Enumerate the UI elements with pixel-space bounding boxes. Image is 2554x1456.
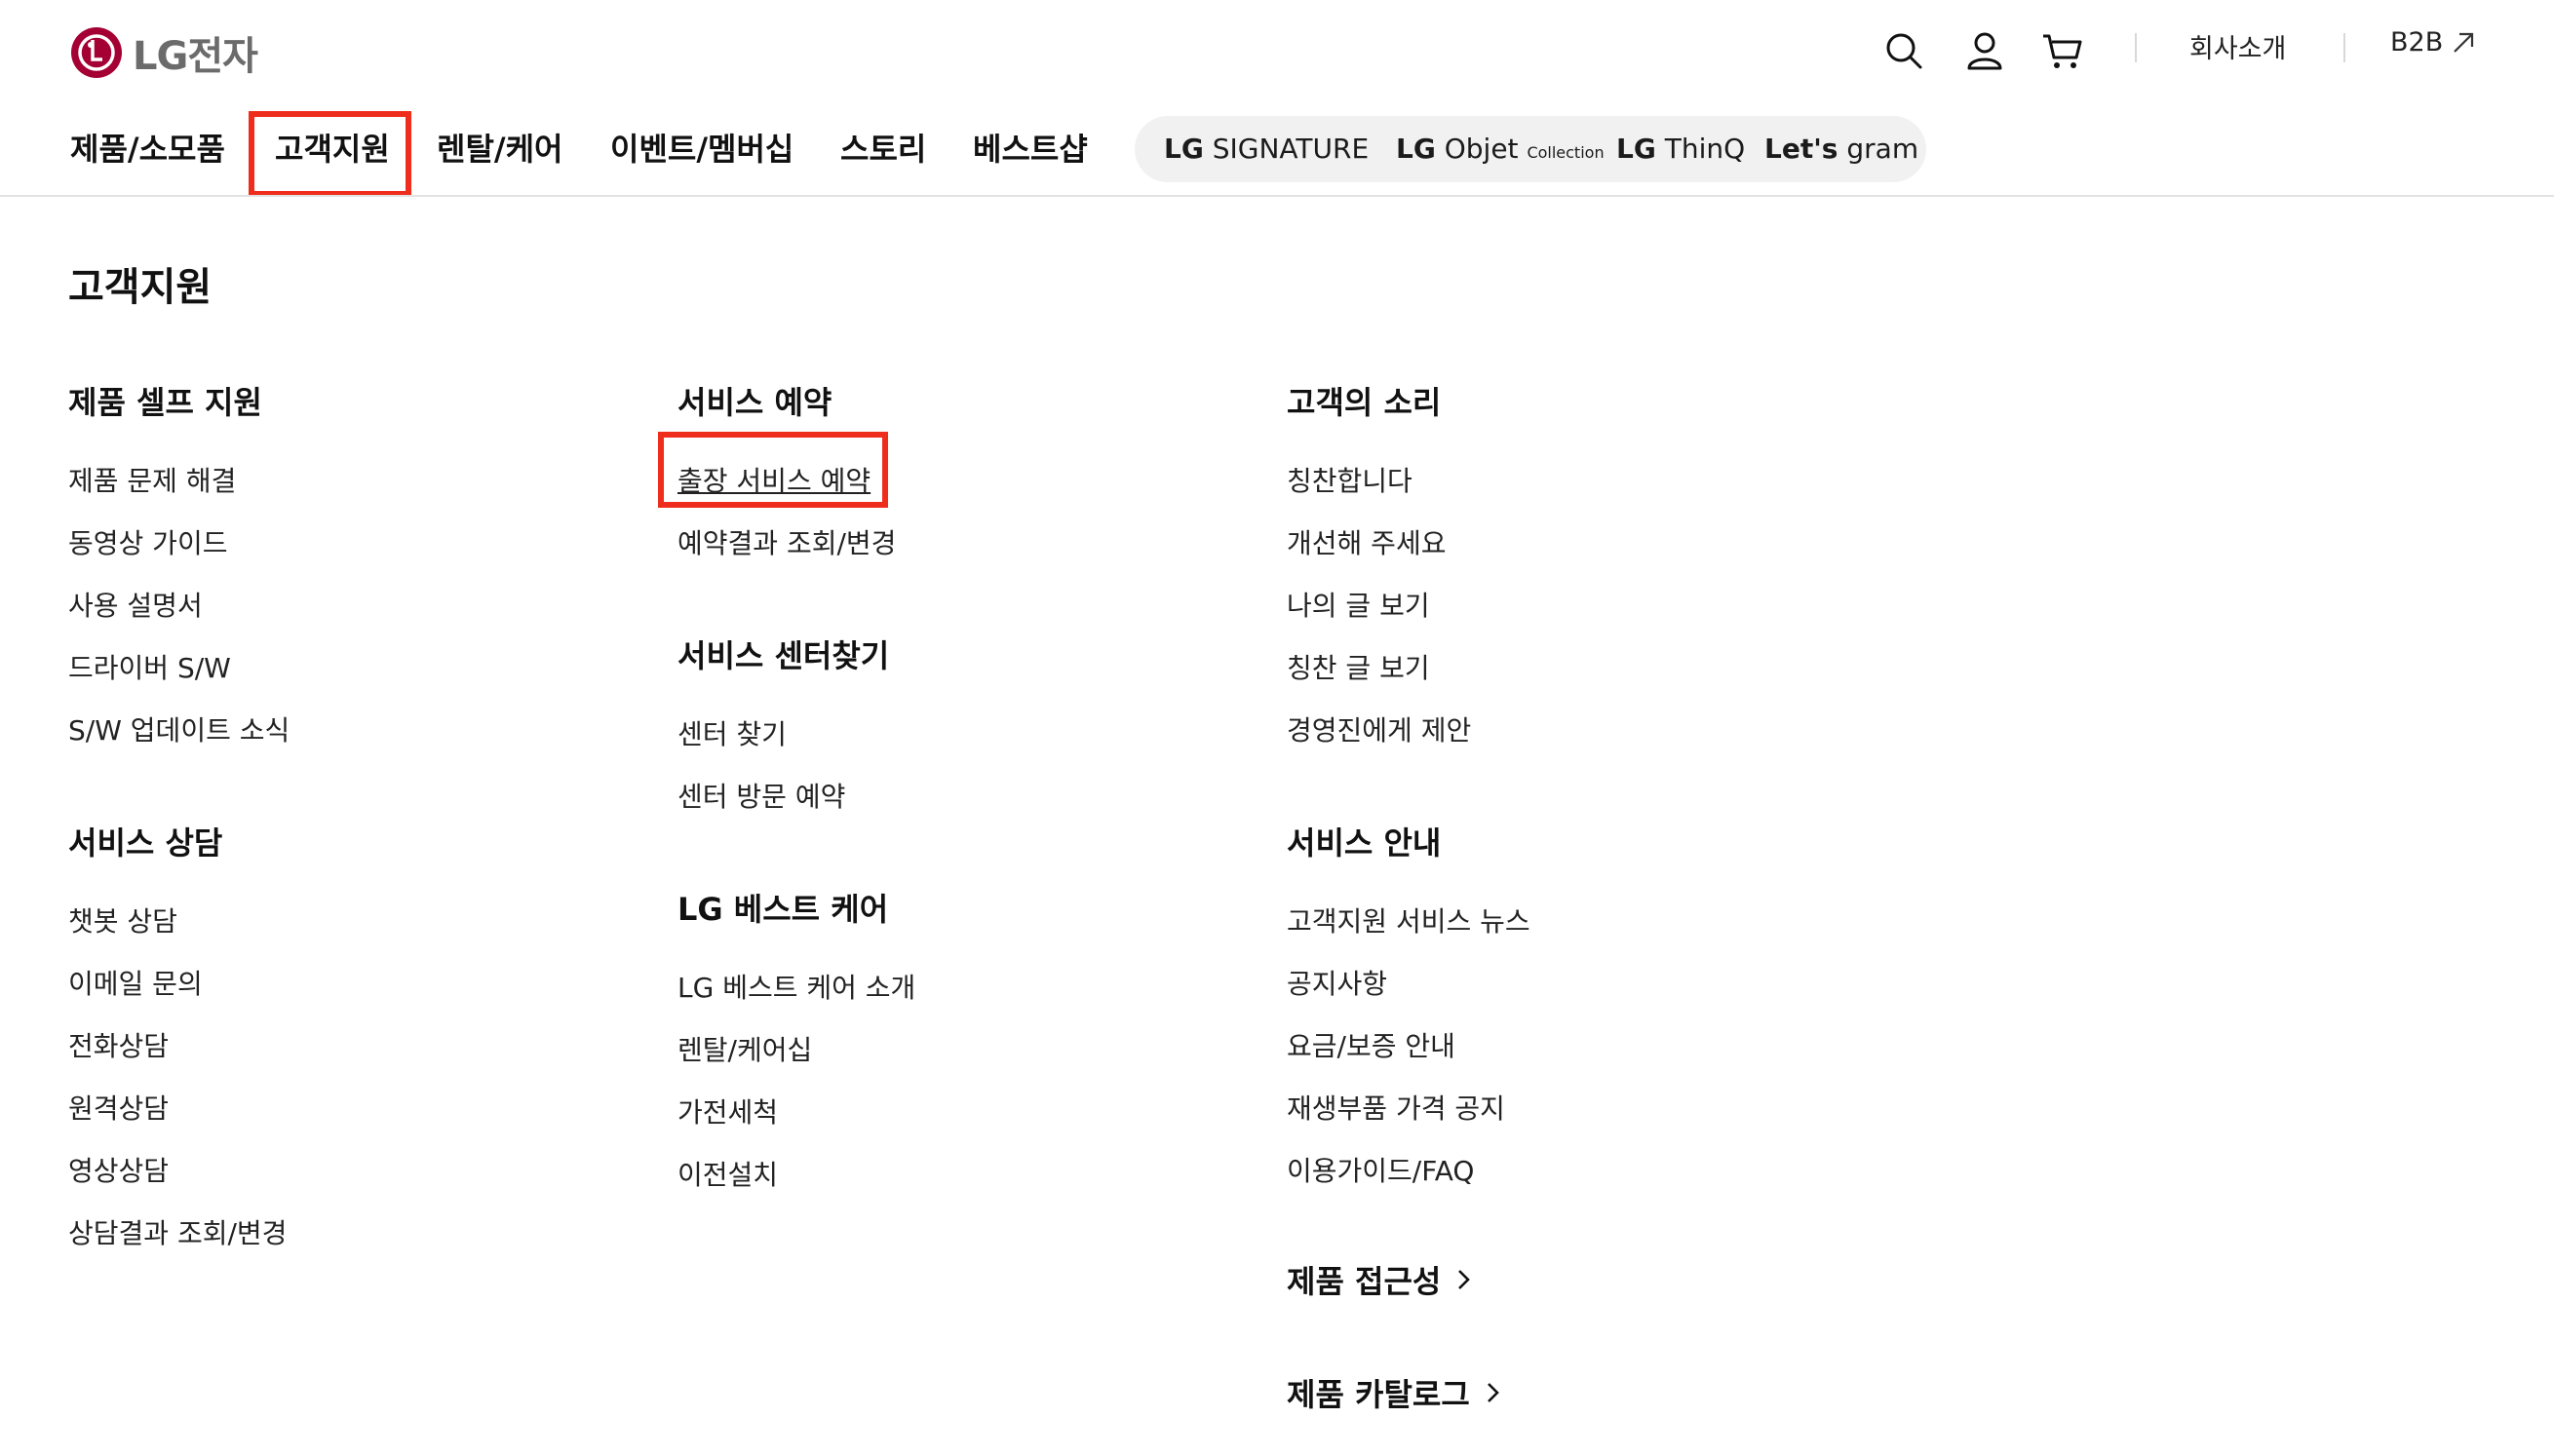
link-best-care-intro[interactable]: LG 베스트 케어 소개 <box>677 967 915 1006</box>
header-divider <box>0 195 2554 197</box>
link-improvement[interactable]: 개선해 주세요 <box>1287 522 1446 561</box>
link-find-center[interactable]: 센터 찾기 <box>677 713 787 752</box>
section-heading-self-support: 제품 셀프 지원 <box>68 384 262 421</box>
link-recycled-parts-price[interactable]: 재생부품 가격 공지 <box>1287 1088 1505 1127</box>
company-intro-link[interactable]: 회사소개 <box>2189 27 2286 65</box>
link-driver-sw[interactable]: 드라이버 S/W <box>68 647 231 686</box>
nav-customer-support[interactable]: 고객지원 <box>275 125 390 170</box>
link-remote-consult[interactable]: 원격상담 <box>68 1088 169 1127</box>
user-icon <box>1967 32 2002 70</box>
nav-rental-care[interactable]: 렌탈/케어 <box>437 125 562 170</box>
link-compliment-posts[interactable]: 칭찬 글 보기 <box>1287 647 1430 686</box>
logo-text: LG전자 <box>133 34 258 79</box>
product-accessibility-label: 제품 접근성 <box>1287 1263 1442 1300</box>
nav-products[interactable]: 제품/소모품 <box>70 125 225 170</box>
my-page-button[interactable] <box>1965 23 2004 78</box>
product-catalog-label: 제품 카탈로그 <box>1287 1376 1470 1413</box>
cart-icon <box>2043 34 2082 68</box>
link-appliance-cleaning[interactable]: 가전세척 <box>677 1092 778 1130</box>
product-catalog-link[interactable]: 제품 카탈로그 <box>1287 1370 1503 1415</box>
chevron-right-icon <box>1458 1270 1471 1289</box>
brand-lg-signature[interactable]: LG SIGNATURE <box>1164 133 1369 165</box>
search-icon <box>1886 33 1922 69</box>
link-fee-warranty[interactable]: 요금/보증 안내 <box>1287 1025 1455 1064</box>
nav-bestshop[interactable]: 베스트샵 <box>973 125 1088 170</box>
section-heading-service-consult: 서비스 상담 <box>68 824 223 862</box>
b2b-link[interactable]: B2B <box>2390 27 2476 57</box>
brand-lg-thinq[interactable]: LG ThinQ <box>1616 133 1745 165</box>
nav-story[interactable]: 스토리 <box>840 125 926 170</box>
nav-event-membership[interactable]: 이벤트/멤버십 <box>610 125 793 170</box>
brand-lets-gram[interactable]: Let's gram <box>1764 133 1918 165</box>
link-problem-solving[interactable]: 제품 문제 해결 <box>68 460 236 499</box>
section-heading-best-care: LG 베스트 케어 <box>677 891 889 928</box>
chevron-right-icon <box>1487 1383 1499 1402</box>
link-rental-careship[interactable]: 렌탈/케어십 <box>677 1029 812 1068</box>
brand-lg-objet[interactable]: LG Objet Collection <box>1396 133 1605 165</box>
link-notice[interactable]: 공지사항 <box>1287 963 1387 1002</box>
link-consult-result[interactable]: 상담결과 조회/변경 <box>68 1212 287 1251</box>
utility-divider <box>2343 33 2345 62</box>
brand-links-pill: LG SIGNATURE LG Objet Collection LG Thin… <box>1135 116 1926 182</box>
link-user-manual[interactable]: 사용 설명서 <box>68 585 203 624</box>
product-accessibility-link[interactable]: 제품 접근성 <box>1287 1257 1474 1302</box>
link-email-inquiry[interactable]: 이메일 문의 <box>68 963 203 1002</box>
cart-button[interactable] <box>2041 23 2084 78</box>
link-relocation-install[interactable]: 이전설치 <box>677 1154 778 1193</box>
company-intro-label: 회사소개 <box>2189 34 2287 64</box>
link-video-guide[interactable]: 동영상 가이드 <box>68 522 227 561</box>
link-center-visit-reserve[interactable]: 센터 방문 예약 <box>677 776 845 815</box>
link-video-consult[interactable]: 영상상담 <box>68 1150 169 1189</box>
b2b-label: B2B <box>2390 27 2444 57</box>
section-heading-customer-voice: 고객의 소리 <box>1287 384 1442 421</box>
link-chatbot[interactable]: 챗봇 상담 <box>68 900 177 939</box>
lg-logo[interactable]: LG전자 <box>70 23 258 82</box>
link-usage-guide-faq[interactable]: 이용가이드/FAQ <box>1287 1150 1474 1189</box>
section-heading-service-center: 서비스 센터찾기 <box>677 637 890 674</box>
link-reserve-result[interactable]: 예약결과 조회/변경 <box>677 522 896 561</box>
link-compliment[interactable]: 칭찬합니다 <box>1287 460 1412 499</box>
link-my-posts[interactable]: 나의 글 보기 <box>1287 585 1430 624</box>
link-suggest-management[interactable]: 경영진에게 제안 <box>1287 709 1471 748</box>
link-sw-update-news[interactable]: S/W 업데이트 소식 <box>68 709 290 748</box>
section-heading-service-guide: 서비스 안내 <box>1287 824 1442 862</box>
link-phone-consult[interactable]: 전화상담 <box>68 1025 169 1064</box>
link-support-news[interactable]: 고객지원 서비스 뉴스 <box>1287 900 1530 939</box>
search-button[interactable] <box>1883 23 1924 78</box>
utility-divider <box>2135 33 2137 62</box>
section-heading-service-reserve: 서비스 예약 <box>677 384 832 421</box>
lg-logo-mark-icon <box>71 27 122 78</box>
page-title: 고객지원 <box>68 265 213 310</box>
link-onsite-service-reserve[interactable]: 출장 서비스 예약 <box>677 460 871 499</box>
external-arrow-icon <box>2454 32 2474 53</box>
